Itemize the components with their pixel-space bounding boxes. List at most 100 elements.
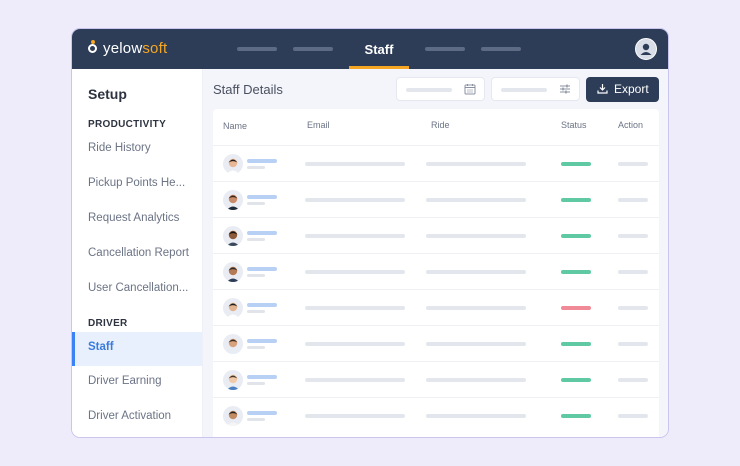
name-subtext-placeholder: [247, 238, 265, 241]
status-badge: [561, 270, 591, 274]
ride-placeholder: [426, 270, 526, 274]
name-subtext-placeholder: [247, 166, 265, 169]
status-badge: [561, 198, 591, 202]
avatar: [223, 370, 243, 390]
action-placeholder[interactable]: [618, 270, 648, 274]
avatar: [223, 406, 243, 426]
name-placeholder: [247, 303, 277, 307]
column-header-email[interactable]: Email: [307, 120, 330, 130]
app-window: yelowsoft Staff Setup PRODUCTIVITY Ride …: [71, 28, 669, 438]
export-button[interactable]: Export: [586, 77, 659, 102]
brand-logo[interactable]: yelowsoft: [88, 40, 167, 57]
sidebar-item-driver-earning[interactable]: Driver Earning: [72, 366, 202, 400]
avatar: [223, 226, 243, 246]
column-header-ride[interactable]: Ride: [431, 120, 450, 130]
sidebar-item-driver-activation[interactable]: Driver Activation: [72, 401, 202, 435]
download-icon: [597, 84, 608, 94]
name-placeholder: [247, 195, 277, 199]
sidebar-item-label: Staff: [88, 341, 114, 353]
nav-item-placeholder[interactable]: [425, 47, 465, 51]
name-placeholder: [247, 411, 277, 415]
ride-placeholder: [426, 306, 526, 310]
sidebar-title: Setup: [88, 86, 127, 102]
sidebar-item-pickup-points[interactable]: Pickup Points He...: [72, 168, 202, 202]
ride-placeholder: [426, 414, 526, 418]
email-placeholder: [305, 270, 405, 274]
action-placeholder[interactable]: [618, 198, 648, 202]
nav-item-placeholder[interactable]: [293, 47, 333, 51]
ride-placeholder: [426, 378, 526, 382]
action-placeholder[interactable]: [618, 162, 648, 166]
column-header-action[interactable]: Action: [618, 120, 643, 130]
top-navbar: yelowsoft Staff: [72, 29, 668, 69]
avatar: [223, 262, 243, 282]
name-subtext-placeholder: [247, 382, 265, 385]
nav-item-placeholder[interactable]: [237, 47, 277, 51]
sidebar-item-label: Driver Activation: [88, 410, 172, 422]
ride-placeholder: [426, 162, 526, 166]
column-header-name[interactable]: Name: [223, 121, 247, 131]
name-placeholder: [247, 159, 277, 163]
sidebar-item-user-cancellation[interactable]: User Cancellation...: [72, 273, 202, 307]
table-row[interactable]: [213, 397, 659, 434]
user-avatar[interactable]: [635, 38, 657, 60]
filter-placeholder: [501, 88, 547, 92]
table-row[interactable]: [213, 217, 659, 254]
ride-placeholder: [426, 342, 526, 346]
email-placeholder: [305, 414, 405, 418]
sidebar-item-label: Request Analytics: [88, 212, 180, 224]
action-placeholder[interactable]: [618, 414, 648, 418]
table-row[interactable]: [213, 361, 659, 398]
filter-placeholder: [406, 88, 452, 92]
email-placeholder: [305, 378, 405, 382]
table-row[interactable]: [213, 325, 659, 362]
logo-icon: [88, 40, 97, 53]
sidebar-item-request-analytics[interactable]: Request Analytics: [72, 203, 202, 237]
name-subtext-placeholder: [247, 274, 265, 277]
avatar: [223, 190, 243, 210]
action-placeholder[interactable]: [618, 342, 648, 346]
status-badge: [561, 162, 591, 166]
action-placeholder[interactable]: [618, 306, 648, 310]
status-badge: [561, 378, 591, 382]
sidebar-item-label: Driver Earning: [88, 375, 162, 387]
column-header-status[interactable]: Status: [561, 120, 587, 130]
name-subtext-placeholder: [247, 346, 265, 349]
table-row[interactable]: [213, 181, 659, 218]
sidebar: Setup PRODUCTIVITY Ride History Pickup P…: [72, 69, 203, 437]
sort-filter[interactable]: [491, 77, 580, 101]
sidebar-item-staff[interactable]: Staff: [72, 332, 202, 366]
name-placeholder: [247, 231, 277, 235]
email-placeholder: [305, 234, 405, 238]
nav-item-placeholder[interactable]: [481, 47, 521, 51]
email-placeholder: [305, 342, 405, 346]
status-badge: [561, 342, 591, 346]
name-subtext-placeholder: [247, 310, 265, 313]
date-filter[interactable]: [396, 77, 485, 101]
brand-name: yelow: [103, 40, 143, 57]
sidebar-item-ride-history[interactable]: Ride History: [72, 133, 202, 167]
action-placeholder[interactable]: [618, 378, 648, 382]
table-row[interactable]: [213, 253, 659, 290]
table-row[interactable]: [213, 145, 659, 182]
sidebar-item-label: Ride History: [88, 142, 151, 154]
name-placeholder: [247, 267, 277, 271]
nav-tab-label: Staff: [364, 42, 394, 57]
email-placeholder: [305, 162, 405, 166]
ride-placeholder: [426, 198, 526, 202]
email-placeholder: [305, 306, 405, 310]
nav-tab-staff[interactable]: Staff: [349, 29, 409, 69]
main-content: Staff Details Export Name Email Ride Sta…: [203, 69, 668, 437]
name-subtext-placeholder: [247, 418, 265, 421]
calendar-icon: [464, 84, 476, 95]
name-placeholder: [247, 339, 277, 343]
section-heading-productivity: PRODUCTIVITY: [88, 119, 167, 130]
sidebar-item-cancellation-report[interactable]: Cancellation Report: [72, 238, 202, 272]
avatar: [223, 334, 243, 354]
action-placeholder[interactable]: [618, 234, 648, 238]
name-placeholder: [247, 375, 277, 379]
section-heading-driver: DRIVER: [88, 318, 128, 329]
user-icon: [640, 43, 652, 55]
table-row[interactable]: [213, 289, 659, 326]
status-badge: [561, 414, 591, 418]
